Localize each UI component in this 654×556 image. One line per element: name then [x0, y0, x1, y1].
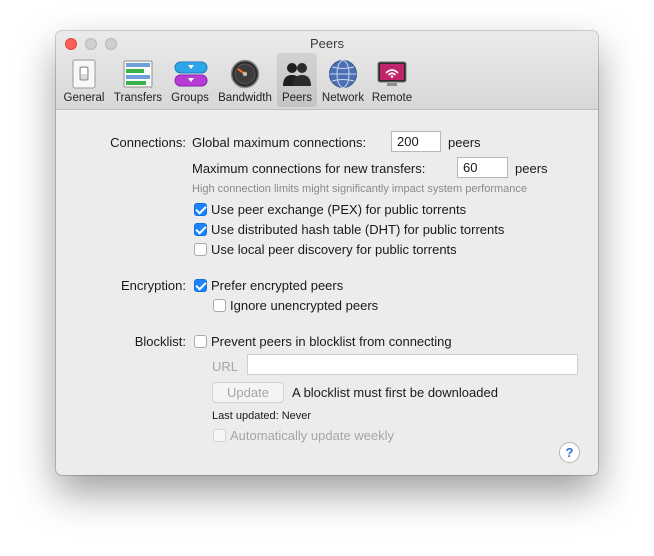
new-peers-unit: peers	[515, 161, 548, 176]
encryption-section-label: Encryption:	[120, 278, 186, 293]
pex-label: Use peer exchange (PEX) for public torre…	[211, 202, 467, 217]
tab-bandwidth-label: Bandwidth	[218, 92, 272, 104]
peers-pane: Connections: Global maximum connections:…	[56, 110, 598, 475]
new-transfer-connections-label: Maximum connections for new transfers:	[192, 161, 426, 176]
auto-update-checkbox[interactable]	[213, 429, 226, 442]
light-switch-icon	[69, 59, 99, 89]
update-button[interactable]: Update	[212, 382, 284, 403]
tab-network-label: Network	[321, 92, 365, 104]
blocklist-url-field[interactable]	[247, 354, 578, 375]
title-bar: Peers General Transfers Groups Bandwidth…	[56, 31, 598, 110]
tab-peers[interactable]: Peers	[277, 53, 317, 107]
remote-screen-icon	[377, 59, 407, 89]
transfers-list-icon	[123, 59, 153, 89]
last-updated-text: Last updated: Never	[212, 410, 312, 422]
new-transfer-connections-field[interactable]: 60	[457, 157, 508, 178]
tab-remote[interactable]: Remote	[370, 53, 414, 107]
tab-transfers-label: Transfers	[113, 92, 163, 104]
global-peers-unit: peers	[448, 135, 481, 150]
global-max-connections-label: Global maximum connections:	[192, 135, 367, 150]
dht-checkbox[interactable]	[194, 223, 207, 236]
ignore-unencrypted-label: Ignore unencrypted peers	[230, 298, 379, 313]
lpd-checkbox[interactable]	[194, 243, 207, 256]
prefer-encrypted-checkbox[interactable]	[194, 279, 207, 292]
tab-general[interactable]: General	[60, 53, 108, 107]
prefer-encrypted-label: Prefer encrypted peers	[211, 278, 344, 293]
help-button[interactable]: ?	[559, 442, 580, 463]
url-label: URL	[212, 359, 239, 374]
tab-peers-label: Peers	[281, 92, 313, 104]
prevent-blocklist-checkbox[interactable]	[194, 335, 207, 348]
speedometer-icon	[230, 59, 260, 89]
tab-bandwidth[interactable]: Bandwidth	[215, 53, 275, 107]
pex-checkbox[interactable]	[194, 203, 207, 216]
blocklist-section-label: Blocklist:	[134, 334, 186, 349]
globe-icon	[328, 59, 358, 89]
tab-transfers[interactable]: Transfers	[111, 53, 165, 107]
connection-limit-hint: High connection limits might significant…	[192, 183, 528, 195]
tab-groups-label: Groups	[171, 92, 209, 104]
dht-label: Use distributed hash table (DHT) for pub…	[211, 222, 505, 237]
tab-network[interactable]: Network	[319, 53, 367, 107]
ignore-unencrypted-checkbox[interactable]	[213, 299, 226, 312]
tab-general-label: General	[63, 92, 105, 104]
prevent-blocklist-label: Prevent peers in blocklist from connecti…	[211, 334, 452, 349]
tab-remote-label: Remote	[371, 92, 413, 104]
lpd-label: Use local peer discovery for public torr…	[211, 242, 457, 257]
preferences-window: Peers General Transfers Groups Bandwidth…	[56, 31, 598, 475]
groups-icon	[174, 59, 208, 89]
tab-groups[interactable]: Groups	[168, 53, 212, 107]
auto-update-label: Automatically update weekly	[230, 428, 395, 443]
blocklist-update-note: A blocklist must first be downloaded	[292, 385, 498, 400]
global-max-connections-field[interactable]: 200	[391, 131, 441, 152]
connections-section-label: Connections:	[110, 135, 186, 150]
window-title: Peers	[310, 36, 344, 51]
people-icon	[282, 59, 312, 89]
